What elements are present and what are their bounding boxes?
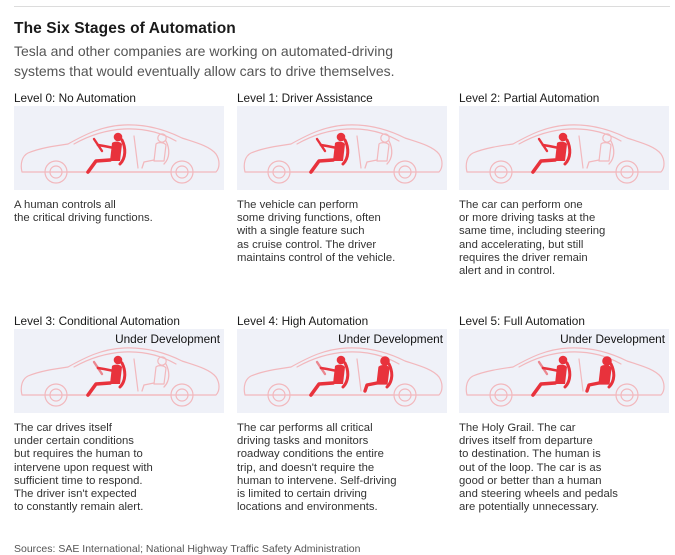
description-line: alert and in control. (459, 265, 556, 278)
description-line: good or better than a human (459, 474, 602, 487)
passenger-figure (363, 356, 394, 393)
description-line: same time, including steering (459, 225, 606, 238)
car-illustration: Under Development (14, 329, 224, 413)
stage-panel-level-5: Level 5: Full Automation Under Developme… (459, 314, 669, 544)
description-line: sufficient time to respond. (14, 474, 143, 487)
description-line: The car can perform one (459, 199, 583, 211)
car-illustration (237, 106, 447, 190)
description-line: The driver isn't expected (14, 488, 137, 501)
stage-panel-level-0: Level 0: No Automation A human controls … (14, 91, 224, 321)
description-line: are potentially unnecessary. (459, 501, 599, 514)
development-status-badge: Under Development (115, 332, 220, 346)
stage-description: The car drives itself under certain condi… (14, 422, 214, 514)
description-line: or more driving tasks at the (459, 212, 596, 225)
passenger-figure (586, 133, 615, 169)
stage-description: The vehicle can perform some driving func… (237, 199, 437, 265)
description-line: drives itself from departure (459, 435, 593, 448)
description-line: maintains control of the vehicle. (237, 251, 396, 264)
development-status-badge: Under Development (338, 332, 443, 346)
description-line: some driving functions, often (237, 212, 381, 225)
top-divider (14, 6, 670, 7)
development-status-badge: Under Development (560, 332, 665, 346)
stage-label: Level 2: Partial Automation (459, 91, 600, 105)
description-line: human to intervene. Self-driving (237, 474, 397, 487)
source-note: Sources: SAE International; National Hig… (14, 543, 361, 555)
stage-panel-level-2: Level 2: Partial Automation The car can … (459, 91, 669, 321)
passenger-figure (364, 133, 393, 169)
description-line: and accelerating, but still (459, 238, 584, 251)
passenger-figure (141, 133, 170, 169)
description-line: with a single feature such (237, 225, 365, 238)
description-line: the critical driving functions. (14, 212, 153, 225)
stage-description: The car can perform one or more driving t… (459, 199, 659, 278)
stage-description: The Holy Grail. The car drives itself fro… (459, 422, 659, 514)
stage-description: A human controls all the critical driving… (14, 199, 214, 225)
stage-label: Level 4: High Automation (237, 314, 369, 328)
description-line: locations and environments. (237, 501, 378, 514)
stage-description: The car performs all critical driving tas… (237, 422, 437, 514)
page-title: The Six Stages of Automation (14, 20, 236, 37)
description-line: A human controls all (14, 199, 116, 211)
car-illustration (459, 106, 669, 190)
car-illustration (14, 106, 224, 190)
description-line: as cruise control. The driver (237, 238, 377, 251)
description-line: The car drives itself (14, 422, 112, 434)
stage-panel-level-4: Level 4: High Automation Under Developme… (237, 314, 447, 544)
passenger-figure (585, 356, 616, 393)
description-line: intervene upon request with (14, 461, 153, 474)
stage-panel-level-3: Level 3: Conditional Automation Under De… (14, 314, 224, 544)
description-line: requires the driver remain (459, 251, 588, 264)
description-line: The Holy Grail. The car (459, 422, 576, 434)
stage-label: Level 0: No Automation (14, 91, 136, 105)
description-line: trip, and doesn't require the (237, 461, 375, 474)
page-subtitle: Tesla and other companies are working on… (14, 43, 395, 79)
description-line: The car performs all critical (237, 422, 373, 434)
stage-panel-level-1: Level 1: Driver Assistance The vehicle c… (237, 91, 447, 321)
car-illustration: Under Development (459, 329, 669, 413)
stage-label: Level 5: Full Automation (459, 314, 585, 328)
stage-label: Level 3: Conditional Automation (14, 314, 180, 328)
description-line: driving tasks and monitors (237, 435, 369, 448)
description-line: to constantly remain alert. (14, 501, 144, 514)
description-line: to destination. The human is (459, 448, 601, 461)
description-line: roadway conditions the entire (237, 448, 384, 461)
car-illustration: Under Development (237, 329, 447, 413)
description-line: under certain conditions (14, 435, 134, 448)
description-line: The vehicle can perform (237, 199, 359, 211)
description-line: and steering wheels and pedals (459, 488, 618, 501)
description-line: but requires the human to (14, 448, 143, 461)
description-line: out of the loop. The car is as (459, 461, 602, 474)
stage-label: Level 1: Driver Assistance (237, 91, 373, 105)
passenger-figure (141, 356, 170, 392)
description-line: is limited to certain driving (237, 488, 367, 501)
